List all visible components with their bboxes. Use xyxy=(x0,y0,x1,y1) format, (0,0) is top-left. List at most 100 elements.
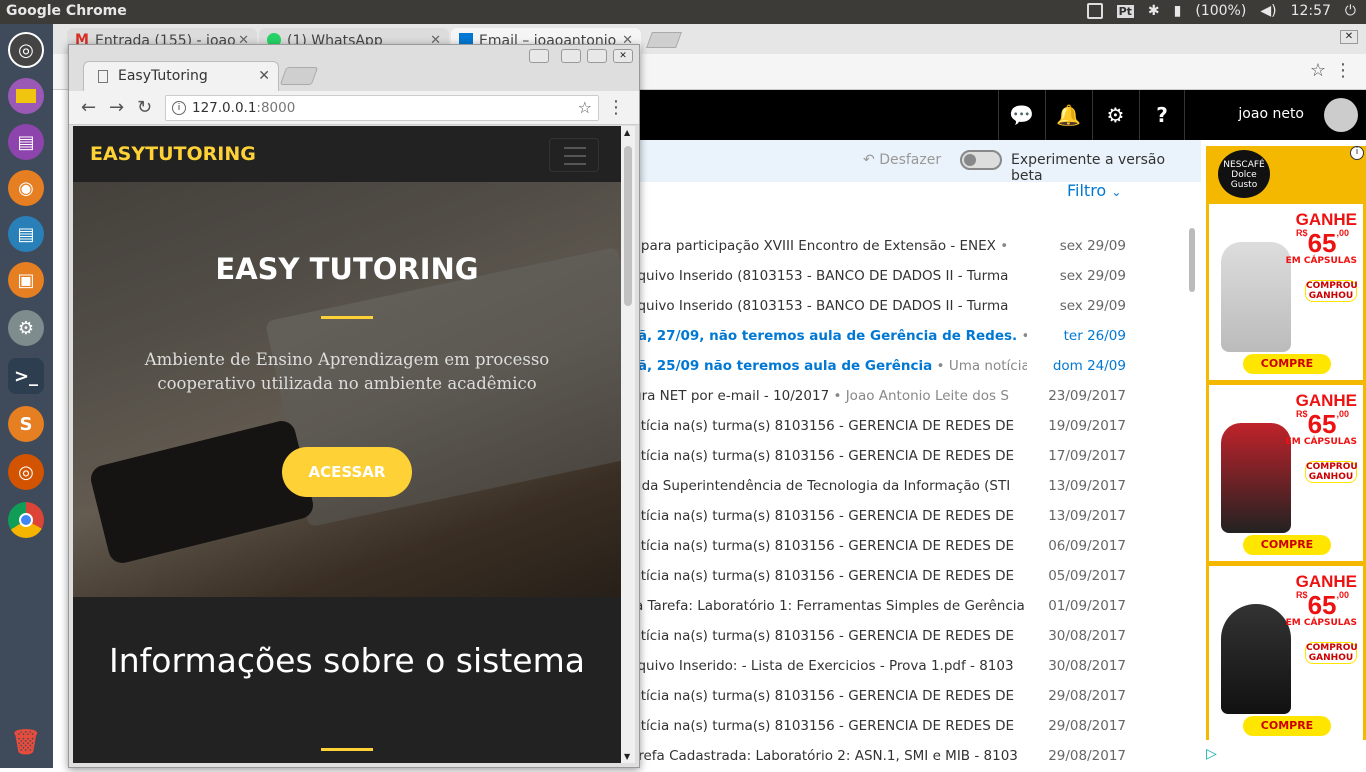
clock[interactable]: 12:57 xyxy=(1291,3,1331,19)
email-subject: Nova Tarefa Cadastrada: Laboratório 2: A… xyxy=(585,748,1018,764)
email-subject: Nova notícia na(s) turma(s) 8103156 - GE… xyxy=(585,448,1014,464)
undo-button[interactable]: ↶ Desfazer xyxy=(863,152,941,168)
email-row[interactable]: Envio da Tarefa: Laboratório 1: Ferramen… xyxy=(585,592,1140,622)
separator-dot: • xyxy=(995,238,1009,254)
reload-icon[interactable]: ↻ xyxy=(137,97,152,118)
email-row[interactable]: Nova notícia na(s) turma(s) 8103156 - GE… xyxy=(585,682,1140,712)
libreoffice-writer-icon[interactable]: ▤ xyxy=(8,216,44,252)
ad-price: R$65,00 xyxy=(1296,590,1349,621)
new-tab-button[interactable] xyxy=(279,67,319,85)
disk-utility-icon[interactable]: ◎ xyxy=(8,454,44,490)
page-icon xyxy=(98,70,108,83)
email-row[interactable]: Nova notícia na(s) turma(s) 8103156 - GE… xyxy=(585,712,1140,742)
sublime-text-icon[interactable]: S xyxy=(8,406,44,442)
ad-panel[interactable]: GANHE R$65,00 EM CÁPSULAS COMPROU GANHOU… xyxy=(1209,204,1363,380)
email-row[interactable]: Amanhã, 27/09, não teremos aula de Gerên… xyxy=(585,322,1140,352)
text-editor-icon[interactable]: ▤ xyxy=(8,124,44,160)
page-scrollbar[interactable]: ▲ ▼ xyxy=(621,126,635,763)
email-subject: Envio da Tarefa: Laboratório 1: Ferramen… xyxy=(585,598,1025,614)
keyboard-layout-indicator[interactable]: Pt xyxy=(1116,4,1134,18)
profile-icon[interactable] xyxy=(529,49,549,63)
email-row[interactable]: Novo arquivo Inserido (8103153 - BANCO D… xyxy=(585,262,1140,292)
email-subject-line: Nova notícia na(s) turma(s) 8103156 - GE… xyxy=(585,448,1027,464)
ad-currency: R$ xyxy=(1296,590,1308,600)
advertisement[interactable]: i NESCAFÉ Dolce Gusto GANHE R$65,00 EM C… xyxy=(1206,146,1366,742)
email-row[interactable]: Nova notícia na(s) turma(s) 8103156 - GE… xyxy=(585,502,1140,532)
email-row[interactable]: Convite para participação XVIII Encontro… xyxy=(585,232,1140,262)
navbar-brand[interactable]: EASYTUTORING xyxy=(90,143,256,165)
battery-percentage[interactable]: (100%) xyxy=(1195,3,1246,19)
firefox-icon[interactable]: ◉ xyxy=(8,170,44,206)
ad-compre-button[interactable]: COMPRE xyxy=(1243,535,1331,555)
beta-label: Experimente a versão beta xyxy=(1011,152,1166,184)
close-window-button[interactable]: ✕ xyxy=(613,49,633,63)
email-row[interactable]: Amanhã, 25/09 não teremos aula de Gerênc… xyxy=(585,352,1140,382)
new-tab-button[interactable] xyxy=(646,32,682,48)
ad-panel[interactable]: GANHE R$65,00 EM CÁPSULAS COMPROU GANHOU… xyxy=(1209,385,1363,561)
ad-ganhe-text: GANHE xyxy=(1295,572,1357,591)
chrome-menu-icon[interactable]: ⋮ xyxy=(607,97,625,118)
email-row[interactable]: Nova notícia na(s) turma(s) 8103156 - GE… xyxy=(585,532,1140,562)
email-row[interactable]: Nova notícia na(s) turma(s) 8103156 - GE… xyxy=(585,622,1140,652)
ad-caps-text: EM CÁPSULAS xyxy=(1285,256,1357,266)
notifications-bell-icon[interactable]: 🔔 xyxy=(1045,90,1091,140)
filter-dropdown[interactable]: Filtro ⌄ xyxy=(1067,181,1121,200)
unity-launcher: ◎ ▤ ◉ ▤ ▣ ⚙ >_ S ◎ 🗑 xyxy=(0,24,53,768)
terminal-icon[interactable]: >_ xyxy=(8,358,44,394)
scrollbar-thumb[interactable] xyxy=(624,146,632,306)
tab-strip: EasyTutoring ✕ ✕ xyxy=(69,45,639,91)
email-date: 30/08/2017 xyxy=(1048,628,1126,644)
separator-dot: • xyxy=(932,358,949,374)
tab-easytutoring[interactable]: EasyTutoring ✕ xyxy=(83,61,279,91)
battery-icon[interactable]: ▮ xyxy=(1174,3,1182,19)
email-list-scrollbar[interactable] xyxy=(1189,228,1195,292)
email-row[interactable]: Sua fatura NET por e-mail - 10/2017 • Jo… xyxy=(585,382,1140,412)
bookmark-star-icon[interactable]: ☆ xyxy=(1310,60,1326,81)
email-row[interactable]: Nova notícia na(s) turma(s) 8103156 - GE… xyxy=(585,442,1140,472)
maximize-button[interactable] xyxy=(587,49,607,63)
back-arrow-icon[interactable]: ← xyxy=(81,97,96,118)
ad-compre-button[interactable]: COMPRE xyxy=(1243,716,1331,736)
acessar-button[interactable]: ACESSAR xyxy=(282,447,412,497)
adchoices-icon[interactable]: ▷ xyxy=(1206,746,1217,762)
ubuntu-logo-icon[interactable]: ◎ xyxy=(8,32,44,68)
hero-divider xyxy=(321,316,373,319)
beta-toggle[interactable] xyxy=(960,150,1002,170)
info-icon[interactable]: i xyxy=(172,101,186,115)
email-row[interactable]: Novo arquivo Inserido: - Lista de Exerci… xyxy=(585,652,1140,682)
email-row[interactable]: Informe da Superintendência de Tecnologi… xyxy=(585,472,1140,502)
minimize-button[interactable] xyxy=(561,49,581,63)
window-close-icon[interactable]: ✕ xyxy=(1340,30,1358,44)
email-subject-line: Nova notícia na(s) turma(s) 8103156 - GE… xyxy=(585,718,1027,734)
bluetooth-icon[interactable]: ✱ xyxy=(1148,3,1160,19)
scroll-up-icon[interactable]: ▲ xyxy=(624,128,630,137)
settings-gear-icon[interactable]: ⚙ xyxy=(1092,90,1138,140)
help-icon[interactable]: ? xyxy=(1139,90,1185,140)
skype-chat-icon[interactable]: 💬 xyxy=(998,90,1044,140)
close-tab-icon[interactable]: ✕ xyxy=(258,68,270,84)
ad-compre-button[interactable]: COMPRE xyxy=(1243,354,1331,374)
display-icon[interactable] xyxy=(1086,3,1103,19)
scroll-down-icon[interactable]: ▼ xyxy=(624,752,630,761)
email-subject-line: Nova notícia na(s) turma(s) 8103156 - GE… xyxy=(585,508,1027,524)
email-row[interactable]: Nova notícia na(s) turma(s) 8103156 - GE… xyxy=(585,562,1140,592)
software-center-icon[interactable]: ▣ xyxy=(8,262,44,298)
volume-icon[interactable]: ◀) xyxy=(1260,3,1276,19)
forward-arrow-icon[interactable]: → xyxy=(109,97,124,118)
trash-icon[interactable]: 🗑 xyxy=(8,724,44,760)
hamburger-menu-button[interactable] xyxy=(549,138,599,172)
chrome-icon[interactable] xyxy=(8,502,44,538)
settings-icon[interactable]: ⚙ xyxy=(8,310,44,346)
ad-info-icon[interactable]: i xyxy=(1350,146,1364,160)
email-row[interactable]: Nova notícia na(s) turma(s) 8103156 - GE… xyxy=(585,412,1140,442)
chrome-menu-icon[interactable]: ⋮ xyxy=(1334,60,1352,81)
bookmark-star-icon[interactable]: ☆ xyxy=(578,98,592,117)
address-bar[interactable]: i 127.0.0.1:8000 ☆ xyxy=(165,95,599,121)
ad-panel[interactable]: GANHE R$65,00 EM CÁPSULAS COMPROU GANHOU… xyxy=(1209,566,1363,742)
user-name[interactable]: joao neto xyxy=(1238,106,1304,122)
power-icon[interactable]: ⏻ xyxy=(1345,3,1356,19)
avatar[interactable] xyxy=(1324,98,1358,132)
coffee-machine-image xyxy=(1221,242,1291,352)
email-row[interactable]: Novo arquivo Inserido (8103153 - BANCO D… xyxy=(585,292,1140,322)
files-icon[interactable] xyxy=(8,78,44,114)
